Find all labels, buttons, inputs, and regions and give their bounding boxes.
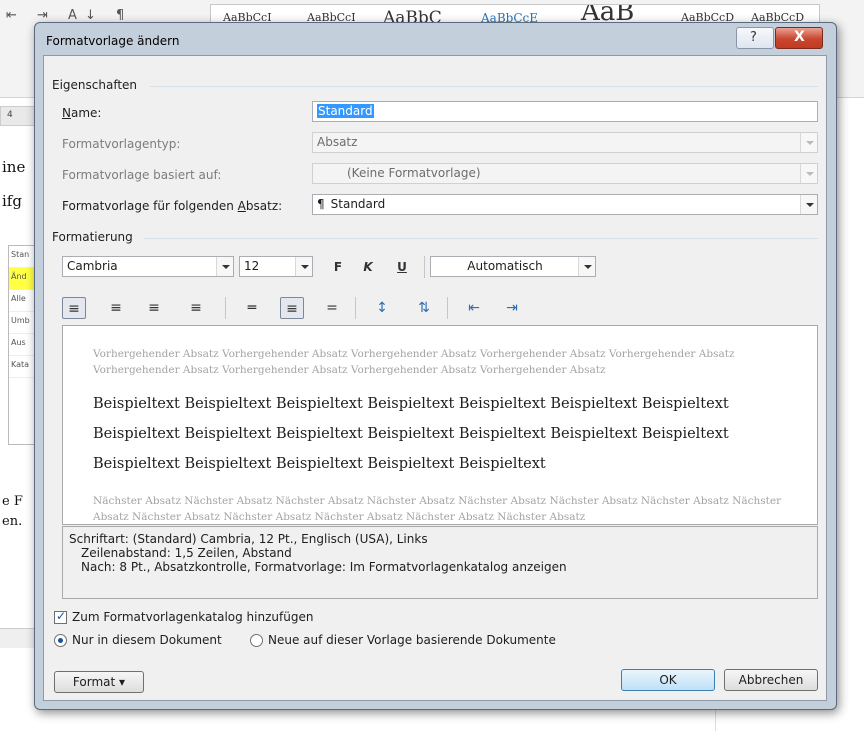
font-value: Cambria	[67, 259, 118, 273]
chevron-down-icon	[800, 164, 817, 183]
caret-down-icon: ▾	[119, 675, 126, 689]
bold-button[interactable]: F	[326, 256, 350, 278]
underline-button[interactable]: U	[390, 256, 414, 278]
one-half-spacing-icon[interactable]: ≡	[280, 297, 304, 319]
double-spacing-icon[interactable]: =	[320, 297, 344, 319]
name-label-text: ame:	[70, 106, 102, 120]
font-select[interactable]: Cambria	[62, 256, 234, 277]
style-preview: Vorhergehender Absatz Vorhergehender Abs…	[62, 325, 818, 525]
ribbon-paragraph-icons[interactable]: ⇤ ⇥ A↓ ¶	[6, 8, 132, 23]
format-menu-button[interactable]: Format ▾	[54, 671, 144, 693]
align-left-icon[interactable]: ≡	[62, 297, 86, 319]
space-before-decrease-icon[interactable]: ⇅	[412, 297, 436, 319]
style-description: Schriftart: (Standard) Cambria, 12 Pt., …	[62, 526, 818, 599]
chevron-down-icon	[800, 133, 817, 152]
pilcrow-icon: ¶	[317, 197, 325, 211]
name-label: Name:	[62, 106, 101, 120]
section-formatierung: Formatierung	[52, 230, 133, 244]
close-button[interactable]: X	[775, 27, 823, 49]
cancel-button[interactable]: Abbrechen	[724, 669, 818, 691]
chevron-down-icon[interactable]	[295, 257, 312, 276]
ok-button[interactable]: OK	[621, 669, 715, 691]
description-line: Zeilenabstand: 1,5 Zeilen, Abstand	[81, 546, 292, 560]
name-input-value: Standard	[317, 104, 374, 118]
name-input[interactable]: Standard	[312, 101, 818, 122]
section-eigenschaften: Eigenschaften	[52, 78, 138, 92]
add-to-gallery-checkbox[interactable]	[54, 609, 67, 624]
increase-indent-icon[interactable]: ⇥	[500, 297, 524, 319]
doc-text-fragment: e F	[2, 494, 23, 509]
based-on-label: Formatvorlage basiert auf:	[62, 168, 222, 182]
preview-sample-line: Beispieltext Beispieltext Beispieltext B…	[93, 456, 546, 472]
align-right-icon[interactable]: ≡	[142, 297, 166, 319]
dialog-title: Formatvorlage ändern	[46, 34, 180, 48]
preview-previous-paragraph: Vorhergehender Absatz Vorhergehender Abs…	[93, 348, 735, 376]
style-type-value: Absatz	[317, 135, 358, 149]
doc-text-fragment: en.	[2, 514, 23, 529]
toolbar-separator	[355, 297, 356, 319]
style-type-label: Formatvorlagentyp:	[62, 137, 181, 151]
preview-sample-line: Beispieltext Beispieltext Beispieltext B…	[93, 396, 729, 412]
help-icon: ?	[750, 30, 757, 45]
preview-next-paragraph: Nächster Absatz Nächster Absatz Nächster…	[93, 495, 782, 523]
chevron-down-icon[interactable]	[800, 195, 817, 214]
toolbar-separator	[447, 297, 448, 319]
toolbar-separator	[225, 297, 226, 319]
description-line: Schriftart: (Standard) Cambria, 12 Pt., …	[69, 532, 428, 546]
font-color-value: Automatisch	[467, 259, 543, 273]
section-divider	[150, 86, 818, 87]
font-color-select[interactable]: Automatisch	[430, 256, 596, 277]
italic-button[interactable]: K	[356, 256, 380, 278]
format-button-label: Format	[72, 675, 116, 689]
based-on-select: (Keine Formatvorlage)	[312, 163, 818, 184]
font-size-value: 12	[244, 259, 260, 273]
new-docs-label[interactable]: Neue auf dieser Vorlage basierende Dokum…	[268, 633, 556, 647]
doc-text-fragment: ine	[2, 158, 26, 176]
style-type-select: Absatz	[312, 132, 818, 153]
accesskey-n: N	[62, 106, 71, 120]
add-to-gallery-label[interactable]: Zum Formatvorlagenkatalog hinzufügen	[72, 610, 313, 624]
doc-text-fragment: ifg	[2, 192, 22, 210]
based-on-value: (Keine Formatvorlage)	[347, 166, 481, 180]
next-style-value: Standard	[330, 197, 386, 211]
decrease-indent-icon[interactable]: ⇤	[462, 297, 486, 319]
accesskey-a: A	[237, 199, 246, 213]
single-spacing-icon[interactable]: ═	[240, 297, 264, 319]
section-divider	[144, 238, 818, 239]
align-justify-icon[interactable]: ≡	[184, 297, 208, 319]
help-button[interactable]: ?	[736, 27, 774, 49]
toolbar-separator	[424, 256, 425, 278]
chevron-down-icon[interactable]	[578, 257, 595, 276]
next-style-select[interactable]: ¶ Standard	[312, 194, 818, 215]
new-docs-radio[interactable]	[250, 634, 263, 647]
chevron-down-icon[interactable]	[216, 257, 233, 276]
only-this-doc-label[interactable]: Nur in diesem Dokument	[72, 633, 222, 647]
preview-sample-line: Beispieltext Beispieltext Beispieltext B…	[93, 426, 729, 442]
next-style-label: Formatvorlage für folgenden Absatz:	[62, 199, 283, 213]
font-size-select[interactable]: 12	[239, 256, 313, 277]
space-before-increase-icon[interactable]: ↕	[370, 297, 394, 319]
align-center-icon[interactable]: ≡	[104, 297, 128, 319]
only-this-doc-radio[interactable]	[54, 634, 67, 647]
description-line: Nach: 8 Pt., Absatzkontrolle, Formatvorl…	[81, 560, 567, 574]
close-icon: X	[794, 29, 805, 45]
